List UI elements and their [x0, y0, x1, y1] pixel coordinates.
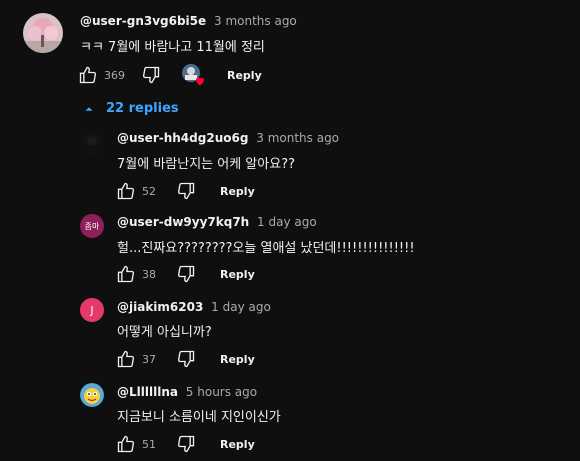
author-name[interactable]: @jiakim6203	[117, 300, 203, 314]
thumbs-up-icon	[117, 182, 135, 200]
reply-comment: @Lllllllna 5 hours ago 지금보니 소름이네 지인이신가 5…	[0, 377, 580, 461]
comment-text: ㅋㅋ 7월에 바람나고 11월에 정리	[80, 40, 265, 55]
like-count: 51	[142, 437, 156, 451]
comment-actions: 38 Reply	[114, 262, 255, 286]
comment-actions: 51 Reply	[114, 432, 255, 456]
dislike-button[interactable]	[174, 347, 198, 371]
thumbs-down-icon	[177, 350, 195, 368]
reply-button[interactable]: Reply	[220, 268, 255, 281]
timestamp[interactable]: 5 hours ago	[186, 385, 257, 399]
reply-button[interactable]: Reply	[220, 438, 255, 451]
author-name[interactable]: @user-dw9yy7kq7h	[117, 215, 249, 229]
dislike-button[interactable]	[174, 432, 198, 456]
author-name[interactable]: @user-gn3vg6bi5e	[80, 14, 206, 28]
dislike-button[interactable]	[174, 262, 198, 286]
comment-text: 어떻게 아십니까?	[117, 325, 212, 340]
reply-comment: 좀마 @user-dw9yy7kq7h 1 day ago 헐...진짜요???…	[0, 208, 580, 293]
like-button[interactable]	[114, 179, 138, 203]
timestamp[interactable]: 1 day ago	[257, 215, 317, 229]
top-comment: @user-gn3vg6bi5e 3 months ago ㅋㅋ 7월에 바람나…	[0, 0, 580, 100]
comment-header: @user-dw9yy7kq7h 1 day ago	[117, 215, 317, 229]
avatar[interactable]: 좀마	[80, 214, 104, 238]
thumbs-up-icon	[79, 66, 97, 84]
comment-actions: 37 Reply	[114, 347, 255, 371]
comment-text: 지금보니 소름이네 지인이신가	[117, 410, 281, 425]
comment-header: @Lllllllna 5 hours ago	[117, 385, 257, 399]
comment-text: 7월에 바람난지는 어케 알아요??	[117, 157, 295, 172]
heart-icon	[196, 77, 204, 86]
replies-toggle[interactable]: 22 replies	[82, 101, 179, 116]
comment-text: 헐...진짜요????????오늘 열애설 났던데!!!!!!!!!!!!!!!	[117, 241, 415, 256]
like-button[interactable]	[114, 347, 138, 371]
comment-actions: 52 Reply	[114, 179, 255, 203]
dislike-button[interactable]	[174, 179, 198, 203]
dislike-button[interactable]	[139, 63, 163, 87]
timestamp[interactable]: 3 months ago	[214, 14, 297, 28]
thumbs-down-icon	[177, 265, 195, 283]
thumbs-up-icon	[117, 350, 135, 368]
reply-button[interactable]: Reply	[220, 353, 255, 366]
like-count: 38	[142, 267, 156, 281]
avatar-initials: 좀마	[84, 221, 100, 231]
like-count: 52	[142, 184, 156, 198]
like-button[interactable]	[114, 262, 138, 286]
author-name[interactable]: @Lllllllna	[117, 385, 178, 399]
reply-button[interactable]: Reply	[227, 69, 262, 82]
avatar[interactable]: J	[80, 298, 104, 322]
comment-header: @jiakim6203 1 day ago	[117, 300, 271, 314]
reply-comment: J @jiakim6203 1 day ago 어떻게 아십니까? 37 Rep…	[0, 293, 580, 377]
thumbs-up-icon	[117, 435, 135, 453]
author-name[interactable]: @user-hh4dg2uo6g	[117, 131, 248, 145]
thumbs-down-icon	[177, 182, 195, 200]
comment-header: @user-hh4dg2uo6g 3 months ago	[117, 131, 339, 145]
creator-heart	[181, 63, 205, 87]
replies-count: 22 replies	[106, 101, 179, 116]
avatar[interactable]	[23, 13, 63, 53]
like-button[interactable]	[114, 432, 138, 456]
thumbs-down-icon	[177, 435, 195, 453]
comment-header: @user-gn3vg6bi5e 3 months ago	[80, 14, 297, 28]
comment-actions: 369 Reply	[76, 63, 262, 87]
like-count: 37	[142, 352, 156, 366]
chevron-up-icon	[85, 106, 93, 111]
avatar[interactable]	[80, 132, 104, 156]
timestamp[interactable]: 3 months ago	[256, 131, 339, 145]
thumbs-down-icon	[142, 66, 160, 84]
reply-comment: @user-hh4dg2uo6g 3 months ago 7월에 바람난지는 …	[0, 123, 580, 208]
reply-button[interactable]: Reply	[220, 185, 255, 198]
avatar-initials: J	[90, 303, 94, 317]
avatar[interactable]	[80, 383, 104, 407]
like-button[interactable]	[76, 63, 100, 87]
timestamp[interactable]: 1 day ago	[211, 300, 271, 314]
like-count: 369	[104, 68, 125, 82]
thumbs-up-icon	[117, 265, 135, 283]
